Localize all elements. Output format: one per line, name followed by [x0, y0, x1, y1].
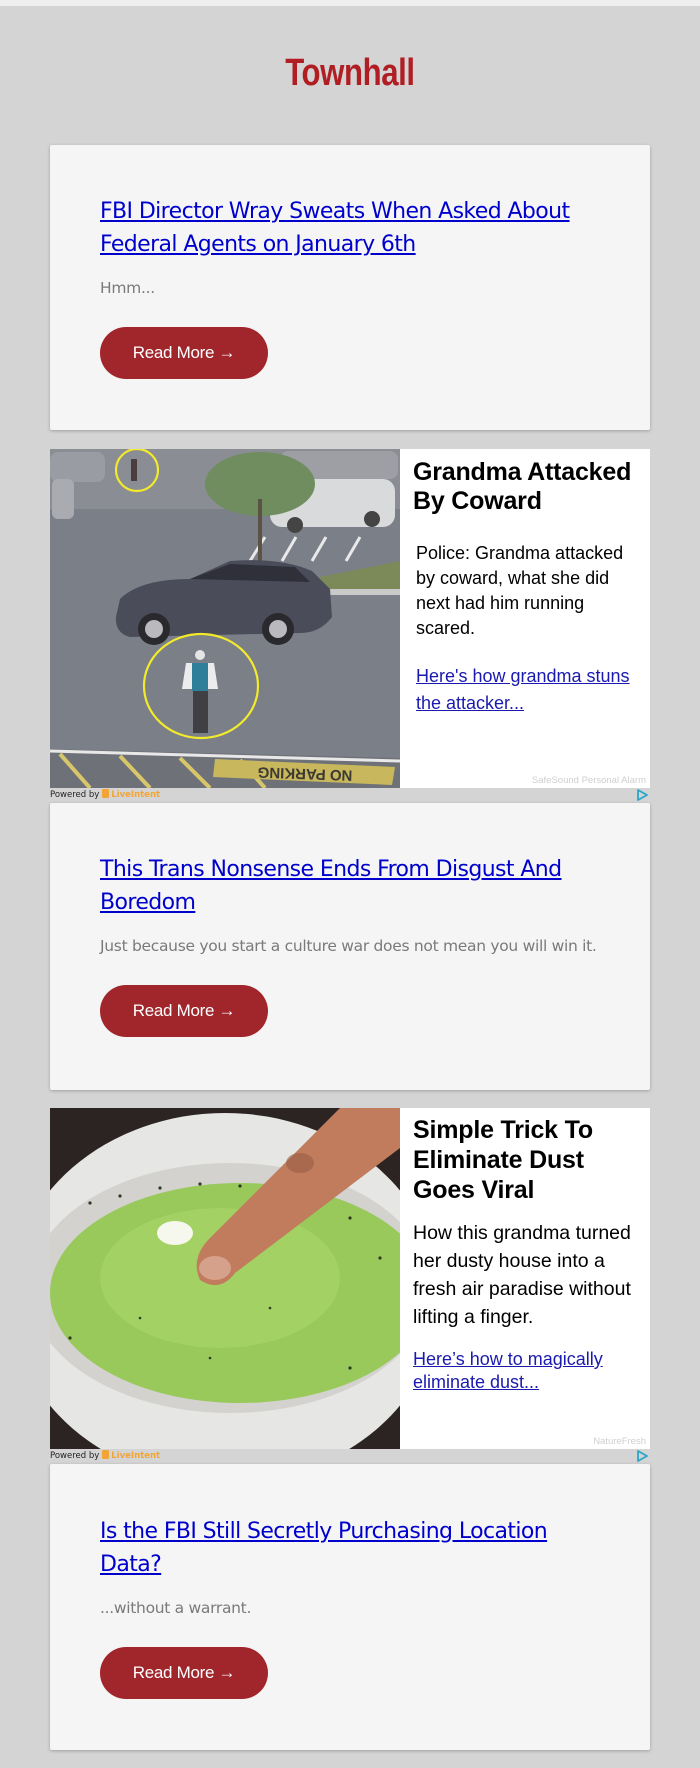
sponsored-ad[interactable]: Simple Trick To Eliminate Dust Goes Vira… [50, 1108, 650, 1449]
read-more-button[interactable]: Read More → [100, 1647, 268, 1699]
ad-body: How this grandma turned her dusty house … [413, 1222, 631, 1328]
powered-by-label: Powered by [50, 790, 100, 800]
powered-by-bar: Powered by LiveIntent [50, 1449, 650, 1463]
ad-sponsor-name: SafeSound Personal Alarm [531, 775, 646, 786]
ad-headline[interactable]: Simple Trick To Eliminate Dust Goes Vira… [413, 1115, 613, 1205]
read-more-button[interactable]: Read More → [100, 327, 268, 379]
ad-body: Police: Grandma attacked by coward, what… [416, 543, 624, 638]
article-dek: Just because you start a culture war doe… [100, 937, 597, 955]
adchoices-icon[interactable] [636, 1450, 648, 1462]
read-more-button[interactable]: Read More → [100, 985, 268, 1037]
ad-image[interactable]: NO PARKING [50, 449, 400, 788]
article-title-link[interactable]: Is the FBI Still Secretly Purchasing Loc… [100, 1515, 600, 1581]
powered-by-label: Powered by [50, 1451, 100, 1461]
ad-cta-link[interactable]: Here's how grandma stuns the attacker... [413, 663, 643, 717]
article-title-link[interactable]: This Trans Nonsense Ends From Disgust An… [100, 853, 600, 919]
ad-image[interactable] [50, 1108, 400, 1449]
liveintent-brand[interactable]: LiveIntent [111, 790, 160, 800]
ad-text-column: Simple Trick To Eliminate Dust Goes Vira… [413, 1108, 643, 1394]
no-parking-text: NO PARKING [257, 763, 352, 783]
ad-sponsor-name: NatureFresh [593, 1436, 646, 1447]
powered-by-bar: Powered by LiveIntent [50, 788, 650, 802]
parking-lot-photo: NO PARKING [50, 449, 400, 788]
article-card: Is the FBI Still Secretly Purchasing Loc… [50, 1464, 650, 1750]
article-dek: Hmm... [100, 279, 155, 297]
liveintent-brand[interactable]: LiveIntent [111, 1451, 160, 1461]
ad-headline[interactable]: Grandma Attacked By Coward [413, 458, 643, 516]
green-bowl-photo [50, 1108, 400, 1449]
ad-text-column: Grandma Attacked By Coward Police: Grand… [413, 449, 643, 717]
site-logo[interactable]: Townhall [285, 52, 415, 95]
top-strip [0, 0, 700, 6]
article-dek: ...without a warrant. [100, 1599, 252, 1617]
ad-cta-link[interactable]: Here’s how to magically eliminate dust..… [413, 1348, 623, 1394]
article-card: This Trans Nonsense Ends From Disgust An… [50, 803, 650, 1090]
adchoices-icon[interactable] [636, 789, 648, 801]
article-title-link[interactable]: FBI Director Wray Sweats When Asked Abou… [100, 195, 600, 261]
masthead: Townhall [0, 52, 700, 95]
sponsored-ad[interactable]: NO PARKING Grandma Attacked By Coward Po… [50, 449, 650, 788]
liveintent-logo-icon [102, 789, 110, 798]
article-card: FBI Director Wray Sweats When Asked Abou… [50, 145, 650, 430]
liveintent-logo-icon [102, 1450, 110, 1459]
